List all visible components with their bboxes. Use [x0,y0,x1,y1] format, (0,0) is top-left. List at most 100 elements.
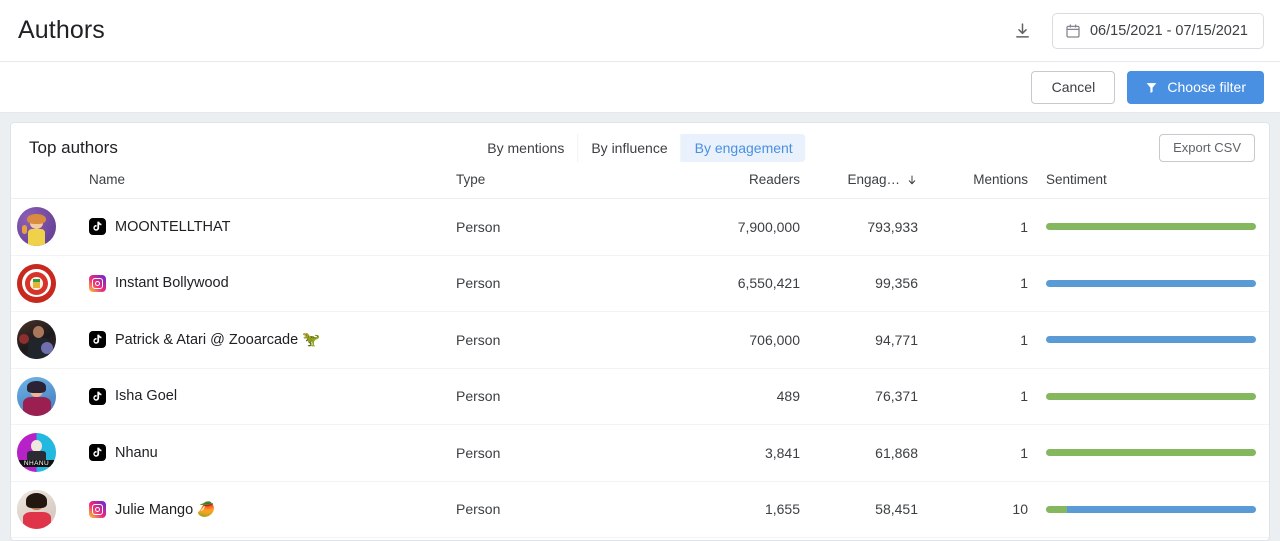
mentions-cell: 1 [926,368,1036,425]
readers-cell: 489 [704,368,808,425]
engagement-cell: 58,451 [808,481,926,538]
mentions-cell: 1 [926,424,1036,482]
top-bar-actions: 06/15/2021 - 07/15/2021 [1010,12,1264,49]
col-mentions[interactable]: Mentions [926,172,1036,199]
mentions-cell: 10 [926,481,1036,538]
card-header: Top authors By mentions By influence By … [11,123,1269,172]
sentiment-cell [1036,368,1269,425]
author-name: Isha Goel [115,388,178,405]
top-bar: Authors 06/15/2021 - 07/15/2021 [0,0,1280,62]
table-row[interactable]: Julie Mango 🥭 Person 1,655 58,451 10 [11,481,1269,538]
tiktok-icon [89,444,106,462]
type-cell: Person [456,368,704,425]
readers-cell: 7,900,000 [704,198,808,256]
sentiment-bar [1046,223,1256,231]
tab-by-mentions[interactable]: By mentions [474,133,579,162]
tiktok-icon [89,387,106,405]
tiktok-icon [89,218,106,236]
sentiment-cell [1036,311,1269,369]
table-row[interactable]: Patrick & Atari @ Zooarcade 🦖 Person 706,0… [11,311,1269,369]
avatar-nhanu: NHANU [17,433,56,473]
type-cell: Person [456,424,704,482]
name-cell[interactable]: Nhanu [89,424,456,482]
name-cell[interactable]: Julie Mango 🥭 [89,481,456,538]
instagram-icon [89,274,106,292]
download-icon[interactable] [1010,18,1036,44]
avatar-patrick-atari [17,320,56,360]
avatar-instant-bollywood [17,263,56,303]
col-readers[interactable]: Readers [704,172,808,199]
type-cell: Person [456,198,704,256]
cancel-button[interactable]: Cancel [1031,70,1116,104]
table-body: MOONTELLTHAT Person 7,900,000 793,933 1 Insta… [11,198,1269,538]
card-title: Top authors [29,137,118,157]
readers-cell: 3,841 [704,424,808,482]
col-avatar [11,172,89,199]
sentiment-segment-neutral [1046,279,1256,287]
sentiment-segment-positive [1046,223,1256,231]
top-authors-card: Top authors By mentions By influence By … [10,122,1270,541]
sentiment-bar [1046,392,1256,400]
date-range-value: 06/15/2021 - 07/15/2021 [1089,22,1248,39]
col-type[interactable]: Type [456,172,704,199]
choose-filter-label: Choose filter [1167,79,1246,95]
export-csv-button[interactable]: Export CSV [1159,133,1255,162]
engagement-cell: 793,933 [808,198,926,256]
mentions-cell: 1 [926,198,1036,256]
name-cell[interactable]: Isha Goel [89,368,456,425]
tab-by-influence[interactable]: By influence [578,133,682,162]
sort-mode-tabs: By mentions By influence By engagement [474,133,806,162]
engagement-cell: 76,371 [808,368,926,425]
readers-cell: 6,550,421 [704,255,808,312]
mentions-cell: 1 [926,311,1036,369]
name-cell[interactable]: Patrick & Atari @ Zooarcade 🦖 [89,311,456,369]
name-cell[interactable]: MOONTELLTHAT [89,198,456,256]
avatar-isha-goel [17,376,56,416]
sentiment-cell [1036,481,1269,538]
sentiment-bar [1046,336,1256,344]
engagement-cell: 94,771 [808,311,926,369]
name-cell[interactable]: Instant Bollywood [89,255,456,312]
sentiment-cell [1036,424,1269,482]
funnel-icon [1145,81,1158,94]
table-row[interactable]: MOONTELLTHAT Person 7,900,000 793,933 1 [11,198,1269,256]
table-header: Name Type Readers Engag… Mentions Sentim… [11,172,1269,199]
avatar-cell [11,481,89,538]
tab-by-engagement[interactable]: By engagement [681,133,806,162]
avatar-cell [11,368,89,425]
readers-cell: 706,000 [704,311,808,369]
sentiment-cell [1036,255,1269,312]
type-cell: Person [456,255,704,312]
instagram-icon [89,500,106,518]
engagement-cell: 61,868 [808,424,926,482]
avatar-cell [11,311,89,369]
table-row[interactable]: Instant Bollywood Person 6,550,421 99,356 1 [11,255,1269,312]
authors-table: Name Type Readers Engag… Mentions Sentim… [11,172,1269,538]
author-name: Julie Mango 🥭 [115,501,216,518]
sentiment-bar [1046,449,1256,457]
calendar-icon [1065,23,1081,39]
author-name: Instant Bollywood [115,275,229,292]
engagement-cell: 99,356 [808,255,926,312]
type-cell: Person [456,311,704,369]
table-row[interactable]: NHANU Nhanu Person 3,841 61,868 1 [11,424,1269,482]
filter-bar: Cancel Choose filter [0,62,1280,113]
mentions-cell: 1 [926,255,1036,312]
tiktok-icon [89,331,106,349]
sentiment-segment-neutral [1067,505,1256,513]
choose-filter-button[interactable]: Choose filter [1127,70,1264,104]
date-range-picker[interactable]: 06/15/2021 - 07/15/2021 [1051,12,1264,49]
sentiment-segment-positive [1046,449,1256,457]
content-area: Top authors By mentions By influence By … [0,113,1280,541]
table-row[interactable]: Isha Goel Person 489 76,371 1 [11,368,1269,425]
author-name: Patrick & Atari @ Zooarcade 🦖 [115,332,321,349]
col-sentiment[interactable]: Sentiment [1036,172,1269,199]
sentiment-segment-positive [1046,505,1067,513]
avatar-cell: NHANU [11,424,89,482]
readers-cell: 1,655 [704,481,808,538]
sentiment-bar [1046,505,1256,513]
col-name[interactable]: Name [89,172,456,199]
sentiment-segment-positive [1046,392,1256,400]
col-engagement[interactable]: Engag… [808,172,926,199]
sentiment-cell [1036,198,1269,256]
